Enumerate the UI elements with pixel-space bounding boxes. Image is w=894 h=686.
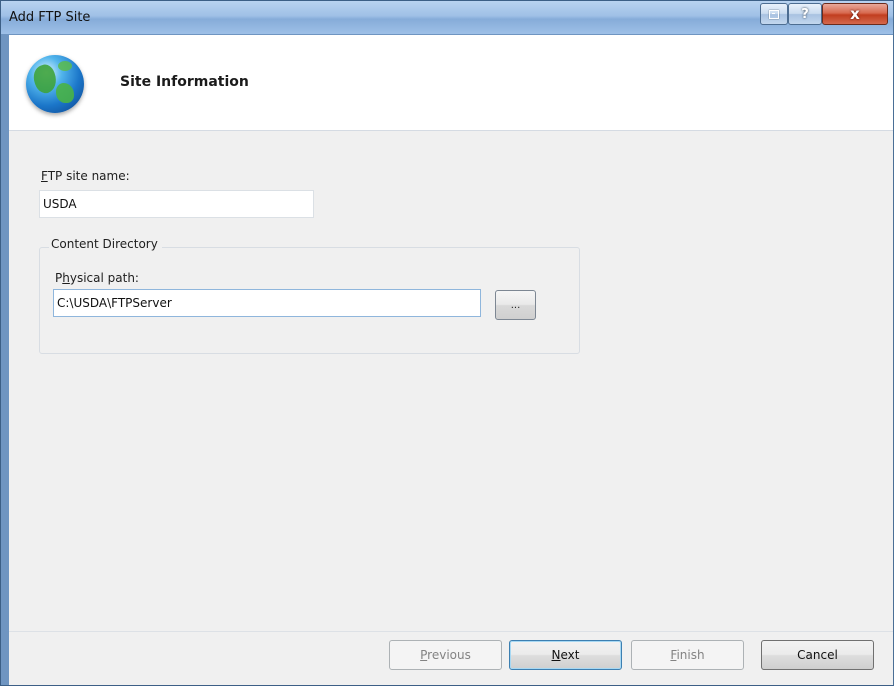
site-name-label-mnemonic: F	[41, 169, 48, 183]
physical-path-input[interactable]	[53, 289, 481, 317]
physical-path-label-text: ysical path:	[69, 271, 139, 285]
site-name-input[interactable]	[39, 190, 314, 218]
help-button[interactable]: ?	[788, 3, 822, 25]
globe-icon	[26, 55, 84, 113]
wizard-footer: Previous Next Finish Cancel	[9, 631, 893, 685]
content-directory-legend: Content Directory	[49, 237, 162, 251]
finish-button[interactable]: Finish	[631, 640, 744, 670]
window-title: Add FTP Site	[9, 10, 91, 25]
dialog-client-area: Site Information FTP site name: Content …	[9, 35, 893, 685]
physical-path-label-mnemonic: h	[62, 271, 70, 285]
dialog-window: Add FTP Site ? x Site Information FTP si…	[0, 0, 894, 686]
cancel-button[interactable]: Cancel	[761, 640, 874, 670]
next-button-mnemonic: N	[551, 648, 561, 662]
physical-path-label: Physical path:	[55, 271, 139, 285]
close-button[interactable]: x	[822, 3, 888, 25]
wizard-content: FTP site name: Content Directory Physica…	[9, 131, 893, 631]
restore-icon	[769, 9, 779, 19]
previous-button[interactable]: Previous	[389, 640, 502, 670]
wizard-header: Site Information	[9, 35, 893, 131]
next-button-label: ext	[560, 648, 580, 662]
site-name-label: FTP site name:	[41, 169, 130, 183]
restore-button[interactable]	[760, 3, 788, 25]
previous-button-label: revious	[427, 648, 471, 662]
help-icon: ?	[801, 6, 809, 22]
finish-button-label: inish	[676, 648, 705, 662]
site-name-label-text: TP site name:	[47, 169, 130, 183]
title-bar[interactable]: Add FTP Site ? x	[1, 1, 893, 34]
close-icon: x	[850, 5, 860, 23]
next-button[interactable]: Next	[509, 640, 622, 670]
page-title: Site Information	[120, 74, 249, 90]
browse-button[interactable]: ...	[495, 290, 536, 320]
